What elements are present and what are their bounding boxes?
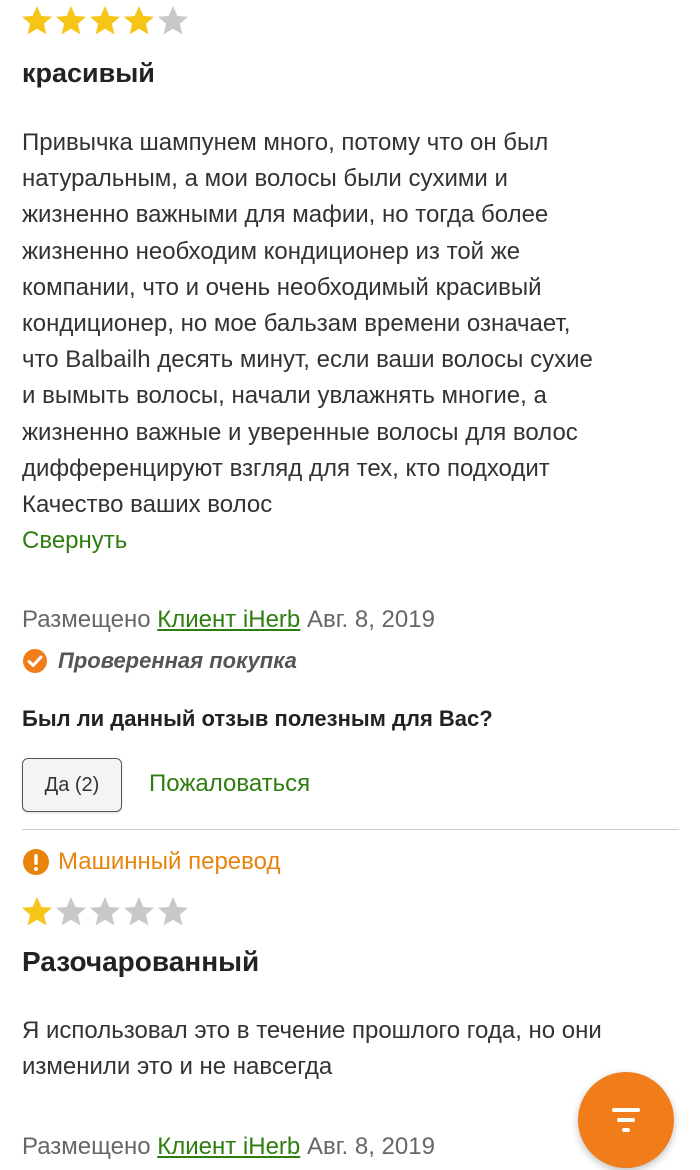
star-icon	[158, 6, 188, 35]
review-title: Разочарованный	[22, 946, 260, 977]
review-title: красивый	[22, 58, 155, 88]
star-icon	[90, 6, 120, 35]
exclamation-circle-icon	[23, 849, 49, 875]
review-text: Привычка шампунем много, потому что он б…	[22, 129, 593, 519]
report-link[interactable]: Пожаловаться	[149, 770, 310, 798]
review-divider	[22, 829, 679, 830]
star-icon	[22, 6, 52, 35]
filter-button[interactable]	[578, 1072, 674, 1168]
machine-translation-notice: Машинный перевод	[22, 848, 280, 876]
posted-label: Размещено	[22, 1133, 151, 1160]
star-icon	[56, 897, 86, 926]
rating-stars	[20, 4, 190, 38]
author-link[interactable]: Клиент iHerb	[157, 1133, 300, 1160]
collapse-link[interactable]: Свернуть	[22, 523, 672, 559]
machine-translation-label: Машинный перевод	[58, 848, 281, 875]
author-link[interactable]: Клиент iHerb	[157, 606, 300, 633]
star-icon	[158, 897, 188, 926]
review-date: Авг. 8, 2019	[306, 606, 435, 633]
star-icon	[90, 897, 120, 926]
helpful-yes-button[interactable]: Да (2)	[22, 758, 122, 812]
verified-purchase: Проверенная покупка	[22, 648, 297, 674]
helpful-question: Был ли данный отзыв полезным для Вас?	[22, 706, 493, 731]
star-icon	[22, 897, 52, 926]
star-icon	[124, 897, 154, 926]
star-icon	[124, 6, 154, 35]
review-meta: Размещено Клиент iHerb Авг. 8, 2019	[22, 1133, 435, 1161]
rating-stars	[20, 895, 190, 929]
star-icon	[56, 6, 86, 35]
filter-icon	[612, 1108, 640, 1132]
posted-label: Размещено	[22, 606, 151, 633]
check-circle-icon	[23, 649, 47, 673]
review-date: Авг. 8, 2019	[306, 1133, 435, 1160]
verified-label: Проверенная покупка	[58, 648, 297, 673]
review-meta: Размещено Клиент iHerb Авг. 8, 2019	[22, 606, 435, 634]
review-text: Я использовал это в течение прошлого год…	[22, 1017, 602, 1081]
